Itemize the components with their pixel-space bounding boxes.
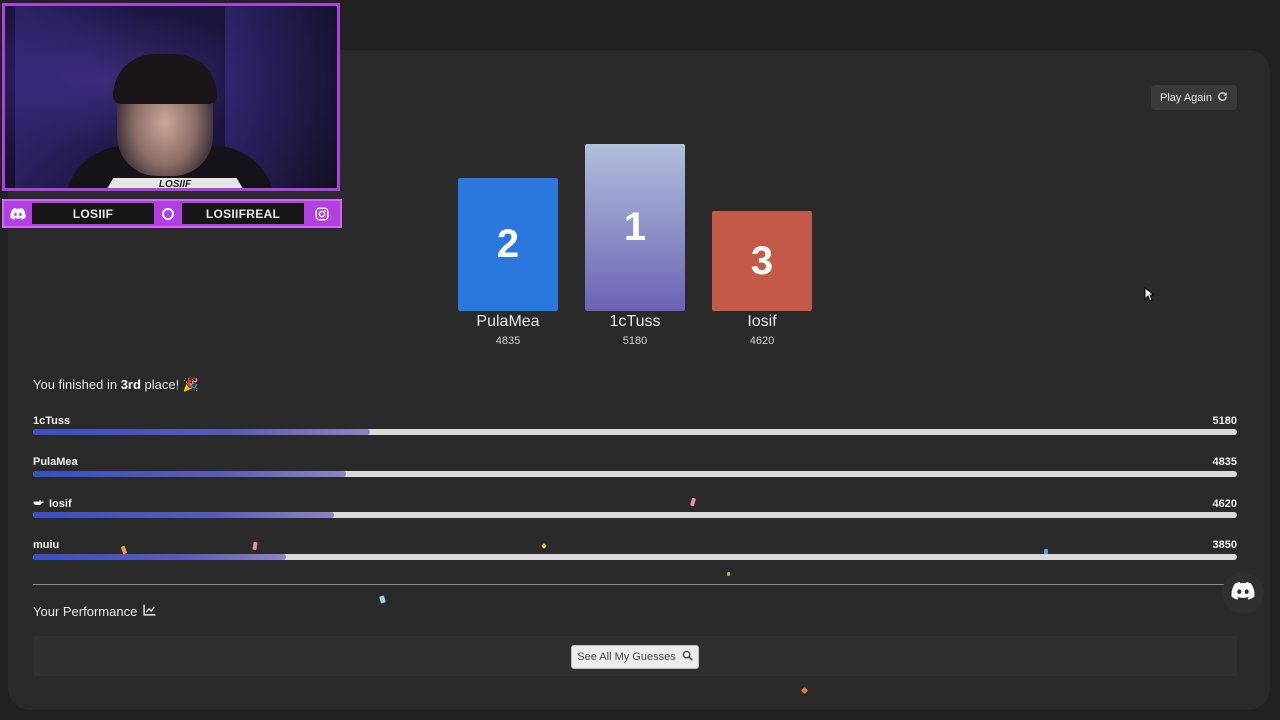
- leaderboard-name: PulaMea: [33, 456, 78, 468]
- podium-score-first: 5180: [622, 335, 648, 347]
- instagram-icon: [308, 201, 336, 226]
- refresh-icon: [1217, 91, 1228, 105]
- podium-score-second: 4835: [495, 335, 521, 347]
- leaderboard-bar-fill: [33, 429, 371, 435]
- discord-handle: LOSIIF: [32, 203, 154, 224]
- podium-name-third: Iosif: [747, 313, 777, 330]
- leaderboard-name-row: Iosif: [33, 498, 72, 510]
- see-all-guesses-label: See All My Guesses: [577, 651, 676, 663]
- leaderboard-name: 1cTuss: [33, 415, 71, 427]
- webcam-socials-bar: LOSIIF LOSIIFREAL: [2, 199, 342, 228]
- confetti-piece: [727, 572, 730, 576]
- mouse-cursor-icon: [1144, 286, 1156, 307]
- discord-icon: [4, 201, 32, 226]
- line-chart-icon: [143, 604, 156, 619]
- leaderboard-bar-fill: [33, 471, 347, 477]
- finish-message: You finished in 3rd place! 🎉: [33, 377, 199, 393]
- leaderboard-bar: [33, 429, 1237, 435]
- instagram-handle: LOSIIFREAL: [182, 203, 304, 224]
- section-divider: [33, 584, 1225, 585]
- podium-block-second: 2: [458, 178, 558, 311]
- confetti-piece: [1044, 549, 1048, 554]
- performance-title: Your Performance: [33, 604, 156, 619]
- play-again-label: Play Again: [1160, 91, 1212, 104]
- leaderboard-bar: [33, 554, 1237, 560]
- finish-suffix: place! 🎉: [140, 377, 200, 392]
- finish-place: 3rd: [120, 377, 141, 392]
- separator-dot: [162, 207, 174, 220]
- search-icon: [682, 650, 693, 664]
- leaderboard-score: 4835: [1212, 456, 1237, 468]
- leaderboard-score: 5180: [1212, 415, 1237, 427]
- leaderboard-name: Iosif: [49, 498, 72, 510]
- leaderboard-bar-fill: [33, 554, 286, 560]
- hand-point-icon: [33, 498, 44, 510]
- podium-name-second: PulaMea: [476, 313, 540, 330]
- finish-prefix: You finished in: [33, 377, 121, 392]
- webcam-name-plate: LOSIIF: [105, 178, 245, 188]
- see-all-guesses-button[interactable]: See All My Guesses: [571, 645, 699, 669]
- discord-icon: [1231, 581, 1255, 605]
- leaderboard-bar: [33, 512, 1237, 518]
- webcam-overlay: LOSIIF: [2, 3, 340, 191]
- leaderboard-score: 4620: [1212, 498, 1237, 510]
- play-again-button[interactable]: Play Again: [1151, 85, 1237, 110]
- leaderboard-score: 3850: [1212, 539, 1237, 551]
- leaderboard-bar-fill: [33, 512, 334, 518]
- podium-score-third: 4620: [749, 335, 775, 347]
- podium-name-first: 1cTuss: [609, 313, 661, 330]
- discord-float-button[interactable]: [1222, 572, 1264, 614]
- podium-block-first: 1: [585, 144, 685, 311]
- performance-title-text: Your Performance: [33, 604, 138, 619]
- leaderboard-bar: [33, 471, 1237, 477]
- leaderboard-name: muiu: [33, 539, 60, 551]
- podium-block-third: 3: [712, 211, 812, 311]
